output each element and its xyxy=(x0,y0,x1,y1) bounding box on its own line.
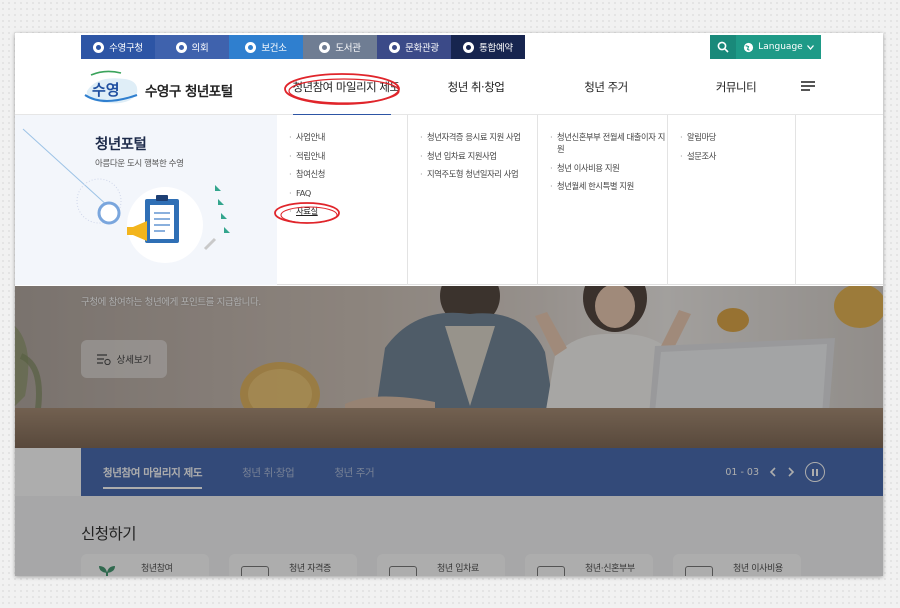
gnb-youth-job-startup[interactable]: 청년 취·창업 xyxy=(411,59,541,115)
pause-icon-bar xyxy=(812,468,814,476)
gnb-youth-mileage[interactable]: 청년참여 마일리지 제도 xyxy=(281,59,411,116)
apply-card-label: 청년 이사비용 xyxy=(733,564,783,574)
apply-card-rent[interactable]: 청년 입차료 xyxy=(377,554,505,576)
submenu-column-community: 알림마당 설문조사 xyxy=(667,115,795,285)
submenu-column-job-startup: 청년자격증 응시료 지원 사업 청년 입차료 지원사업 지역주도형 청년일자리 … xyxy=(407,115,537,285)
sitemap-menu-button[interactable] xyxy=(801,79,817,93)
submenu-item-archive[interactable]: 자료실 xyxy=(289,205,407,217)
search-button[interactable] xyxy=(710,35,736,59)
submenu-column-housing: 청년신혼부부 전월세 대출이자 지원 청년 이사비용 지원 청년월세 한시특별 … xyxy=(537,115,667,285)
browser-page: 수영구청 의회 보건소 도서관 문화관광 통합예약 Language 수영 수영… xyxy=(15,33,883,576)
submenu-item[interactable]: 참여신청 xyxy=(289,168,407,180)
apply-card-certificate[interactable]: 청년 자격증 xyxy=(229,554,357,576)
pause-icon-bar xyxy=(816,468,818,476)
apply-card-label: 청년 입차료 xyxy=(437,564,479,574)
util-tab-culture-tour[interactable]: 문화관광 xyxy=(377,35,451,59)
globe-icon xyxy=(744,42,754,52)
main-header: 수영 수영구 청년포털 청년참여 마일리지 제도 청년 취·창업 청년 주거 커… xyxy=(15,59,883,116)
apply-card-newlywed[interactable]: 청년·신혼부부 xyxy=(525,554,653,576)
related-sites-tabs: 수영구청 의회 보건소 도서관 문화관광 통합예약 xyxy=(81,35,525,59)
hero-description: 구청에 참여하는 청년에게 포인트를 지급합니다. xyxy=(81,297,261,308)
slider-tab-mileage[interactable]: 청년참여 마일리지 제도 xyxy=(103,465,203,489)
chevron-down-icon xyxy=(806,44,814,50)
submenu-item[interactable]: 청년신혼부부 전월세 대출이자 지원 xyxy=(550,131,668,155)
suyeong-logo[interactable]: 수영 xyxy=(81,67,143,107)
box-icon xyxy=(685,566,713,576)
submenu-column-mileage: 사업안내 적립안내 참여신청 FAQ 자료실 xyxy=(277,115,407,285)
mega-menu-title: 청년포털 xyxy=(95,137,147,153)
slider-tab-job-startup[interactable]: 청년 취·창업 xyxy=(242,465,295,480)
slider-controls: 01 - 03 xyxy=(725,448,825,496)
location-pin-icon xyxy=(389,41,401,53)
util-tab-library[interactable]: 도서관 xyxy=(303,35,377,59)
menu-line xyxy=(801,89,810,91)
menu-line xyxy=(801,85,815,87)
submenu-item[interactable]: 청년 이사비용 지원 xyxy=(550,162,668,174)
hero-banner: 구청에 참여하는 청년에게 포인트를 지급합니다. 상세보기 xyxy=(15,286,883,448)
shop-icon xyxy=(389,566,417,576)
building-icon xyxy=(93,41,105,53)
chevron-right-icon[interactable] xyxy=(787,467,795,477)
slide-counter: 01 - 03 xyxy=(725,466,759,478)
submenu-column-empty xyxy=(795,115,883,285)
hero-desk xyxy=(15,408,883,448)
certificate-icon xyxy=(241,566,269,576)
util-tab-suyeong-office[interactable]: 수영구청 xyxy=(81,35,155,59)
submenu-item[interactable]: 설문조사 xyxy=(680,150,798,162)
submenu-item[interactable]: 알림마당 xyxy=(680,131,798,143)
submenu-item[interactable]: FAQ xyxy=(289,187,407,199)
mega-menu-dropdown: 청년포털 아름다운 도시 행복한 수영 사업안내 적립안내 참여신청 FAQ 자… xyxy=(15,115,883,285)
search-icon xyxy=(717,41,729,53)
apply-card-participation[interactable]: 청년참여 xyxy=(81,554,209,576)
util-tab-health-center[interactable]: 보건소 xyxy=(229,35,303,59)
utility-bar: 수영구청 의회 보건소 도서관 문화관광 통합예약 Language xyxy=(15,33,883,59)
chevron-left-icon[interactable] xyxy=(769,467,777,477)
assembly-icon xyxy=(175,41,187,53)
menu-line xyxy=(801,81,815,83)
list-add-icon xyxy=(96,354,111,365)
main-navigation: 청년참여 마일리지 제도 청년 취·창업 청년 주거 커뮤니티 xyxy=(281,59,801,116)
apply-card-moving[interactable]: 청년 이사비용 xyxy=(673,554,801,576)
submenu-item[interactable]: 적립안내 xyxy=(289,150,407,162)
apply-section-title: 신청하기 xyxy=(81,525,137,543)
house-icon xyxy=(537,566,565,576)
apply-section: 신청하기 청년참여 청년 자격증 청년 입차료 청년·신혼부부 청년 이사비용 xyxy=(15,496,883,576)
clock-icon xyxy=(463,41,475,53)
mega-menu-subtitle: 아름다운 도시 행복한 수영 xyxy=(95,159,184,169)
util-tab-reservation[interactable]: 통합예약 xyxy=(451,35,525,59)
util-tab-council[interactable]: 의회 xyxy=(155,35,229,59)
apply-card-label: 청년·신혼부부 xyxy=(585,564,635,574)
site-title[interactable]: 수영구 청년포털 xyxy=(145,80,233,100)
logo-text: 수영 xyxy=(92,81,120,99)
submenu-item[interactable]: 청년자격증 응시료 지원 사업 xyxy=(420,131,538,143)
apply-card-label: 청년 자격증 xyxy=(289,564,331,574)
submenu-item[interactable]: 청년 입차료 지원사업 xyxy=(420,150,538,162)
mega-menu-intro: 청년포털 아름다운 도시 행복한 수영 xyxy=(15,115,277,285)
plant-icon xyxy=(99,566,115,576)
language-dropdown[interactable]: Language xyxy=(736,35,821,59)
gnb-youth-housing[interactable]: 청년 주거 xyxy=(541,59,671,115)
submenu-item[interactable]: 지역주도형 청년일자리 사업 xyxy=(420,168,538,180)
banner-slider-bar: 청년참여 마일리지 제도 청년 취·창업 청년 주거 01 - 03 xyxy=(81,448,883,496)
slider-tabs: 청년참여 마일리지 제도 청년 취·창업 청년 주거 xyxy=(103,448,375,496)
apply-cards: 청년참여 청년 자격증 청년 입차료 청년·신혼부부 청년 이사비용 xyxy=(81,554,801,576)
util-right-group: Language xyxy=(710,35,821,59)
apply-card-label: 청년참여 xyxy=(141,564,173,574)
health-cross-icon xyxy=(245,41,257,53)
pause-button[interactable] xyxy=(805,462,825,482)
graduation-cap-icon xyxy=(319,41,331,53)
submenu-item[interactable]: 사업안내 xyxy=(289,131,407,143)
gnb-community[interactable]: 커뮤니티 xyxy=(671,59,801,115)
slider-tab-housing[interactable]: 청년 주거 xyxy=(334,465,374,480)
detail-view-button[interactable]: 상세보기 xyxy=(81,340,167,378)
submenu-item[interactable]: 청년월세 한시특별 지원 xyxy=(550,180,668,192)
